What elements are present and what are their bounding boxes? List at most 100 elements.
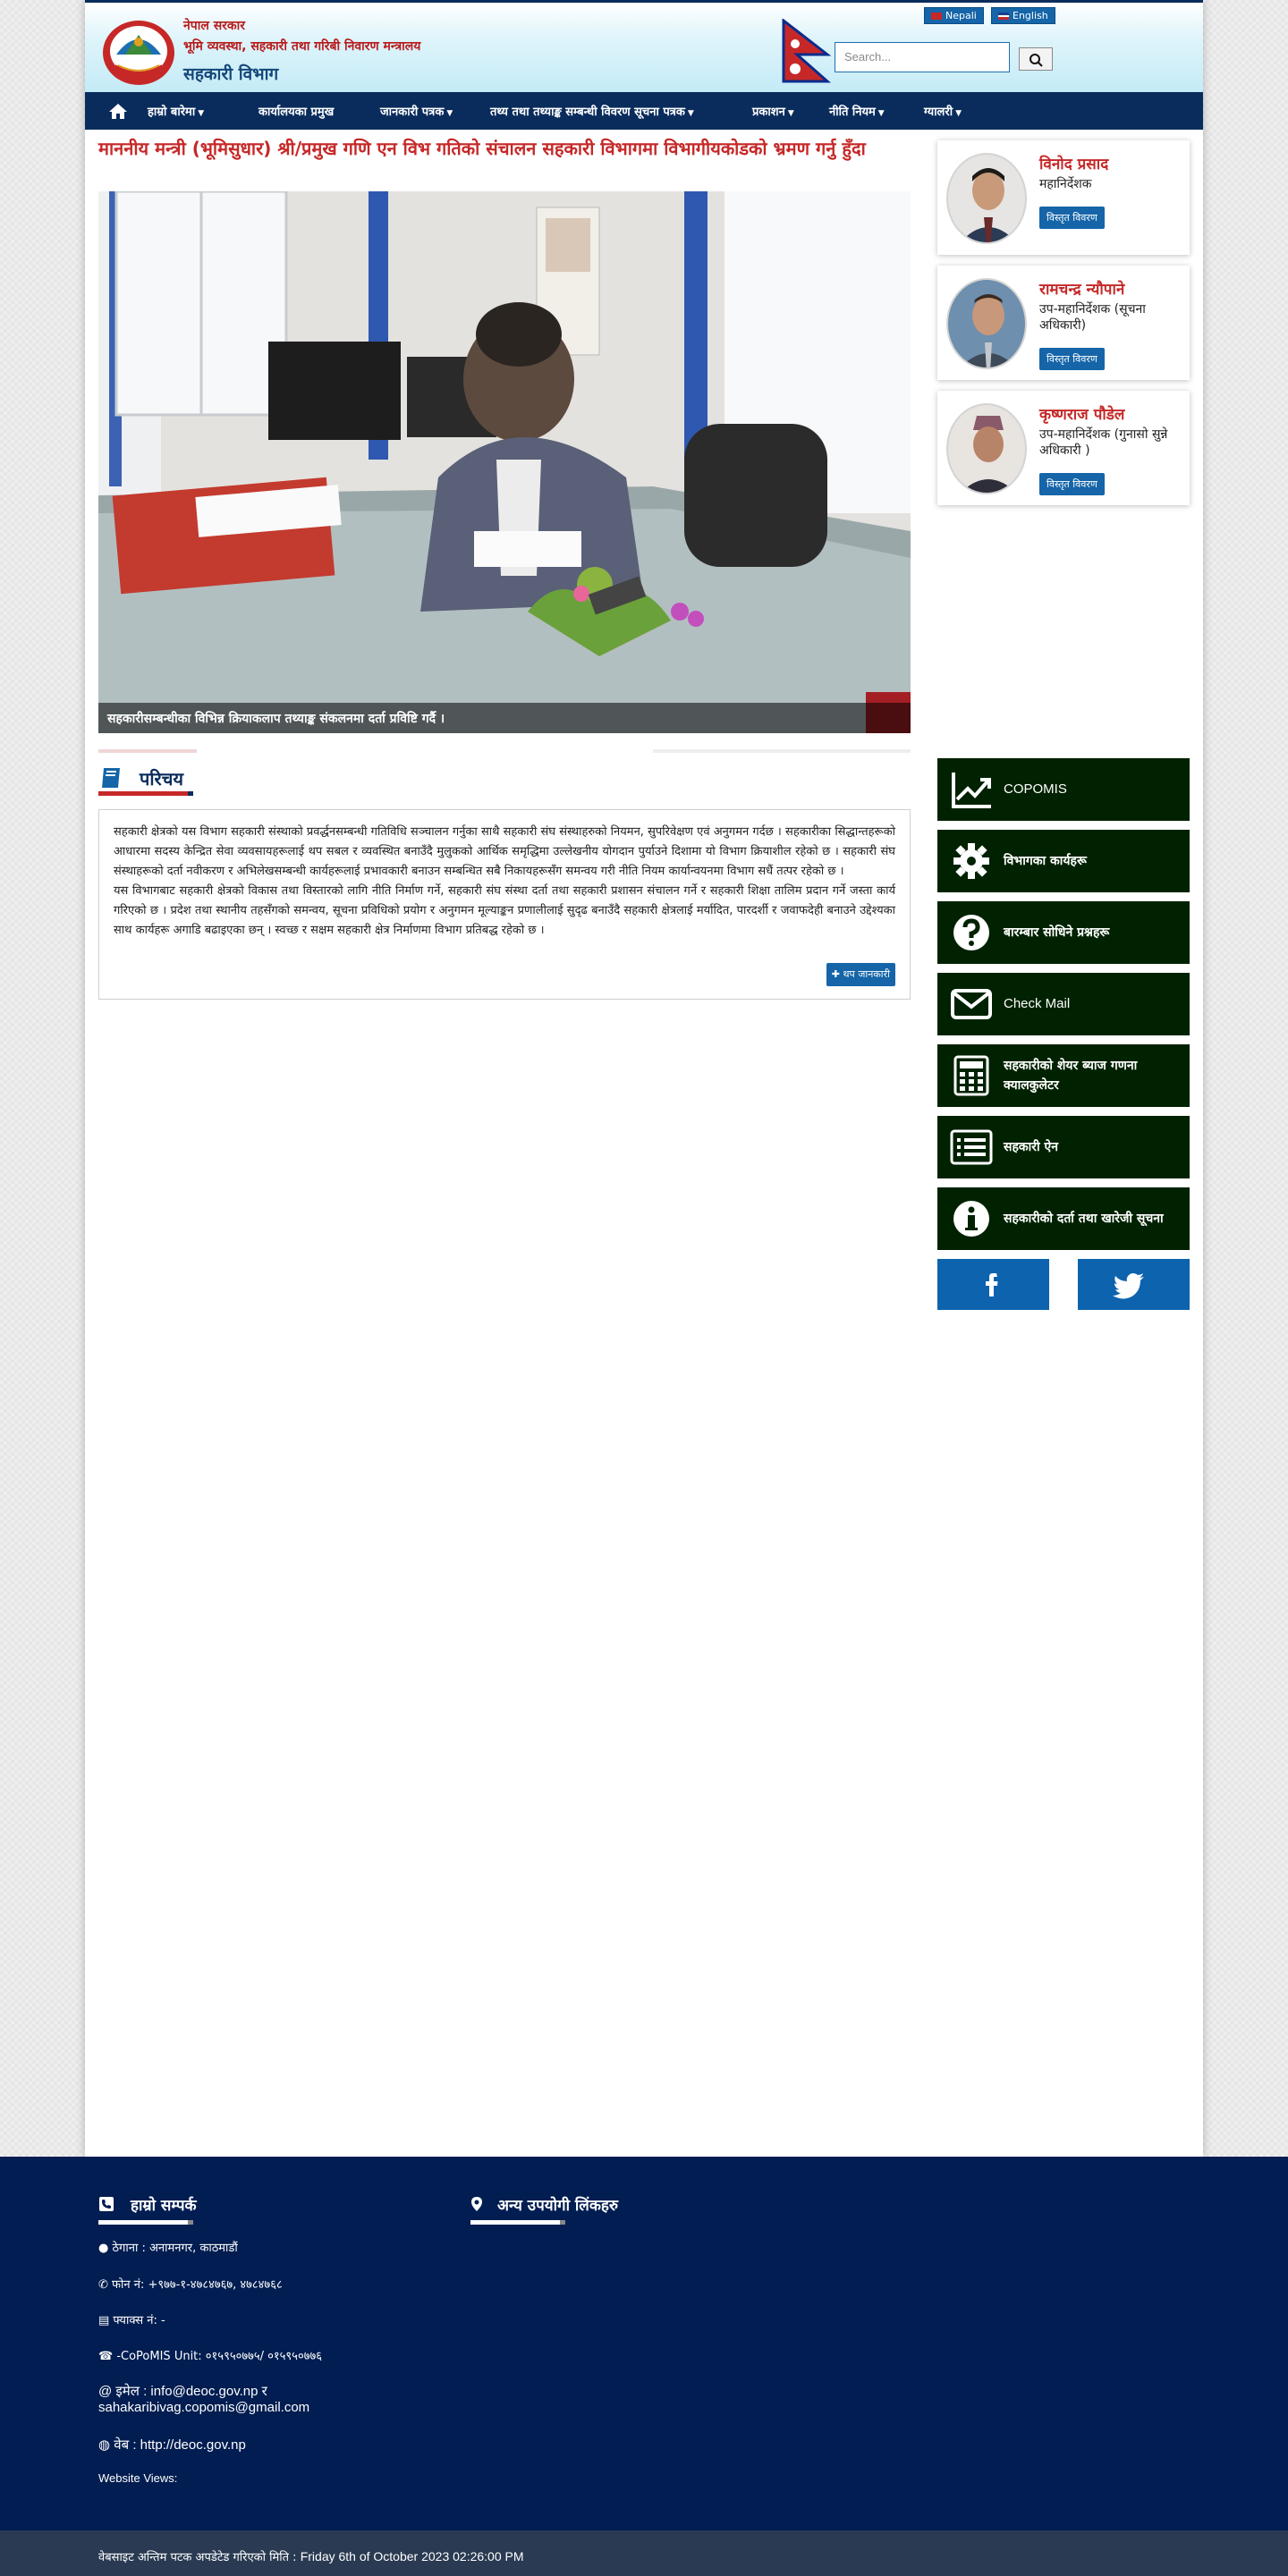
last-updated-label: वेबसाइट अन्तिम पटक अपडेटेड गरिएको मिति : [98, 2551, 297, 2564]
nav-item-policy[interactable]: नीति नियम ▼ [829, 103, 885, 119]
chart-line-icon [952, 773, 991, 808]
search-icon [1030, 54, 1043, 67]
person-photo [946, 403, 1027, 494]
nepal-emblem-logo[interactable] [98, 15, 179, 87]
person-details-button[interactable]: विस्तृत विवरण [1039, 207, 1105, 229]
nav-item-gallery[interactable]: ग्यालरी ▼ [924, 103, 962, 119]
quicklink-check-mail[interactable]: Check Mail [937, 973, 1190, 1035]
slider-indicators[interactable] [98, 749, 911, 755]
footer-website[interactable]: ◍ वेब : http://deoc.gov.np [98, 2436, 246, 2454]
intro-text: सहकारी क्षेत्रको यस विभाग सहकारी संस्थाक… [114, 825, 895, 937]
person-details-button[interactable]: विस्तृत विवरण [1039, 348, 1105, 370]
footer-underline-accent [188, 2220, 193, 2225]
footer-fax: ▤ फ्याक्स नं: - [98, 2314, 165, 2327]
footer-phone[interactable]: ✆ फोन नं: +९७७-१-४७८४७६७, ४७८४७६८ [98, 2276, 283, 2292]
footer-address: ● ठेगाना : अनामनगर, काठमाडौं [98, 2242, 238, 2255]
chevron-down-icon: ▼ [787, 109, 794, 118]
map-marker-icon: ● [98, 2242, 113, 2255]
quicklink-label: COPOMIS [1004, 781, 1067, 797]
title-underline-accent [188, 791, 193, 796]
quicklink-label: सहकारीको दर्ता तथा खारेजी सूचना [1004, 1212, 1164, 1226]
twitter-button[interactable] [1078, 1259, 1190, 1310]
footer-copomis-unit: ☎ -CoPoMIS Unit: ०१५९५०७७५/ ०१५९५०७७६ [98, 2350, 322, 2363]
book-icon [102, 768, 120, 788]
chevron-down-icon: ▼ [877, 109, 885, 118]
nav-item-statistics[interactable]: तथ्य तथा तथ्याङ्क सम्बन्धी विवरण सूचना प… [490, 103, 694, 119]
lang-english-button[interactable]: English [991, 7, 1055, 24]
quicklink-label: सहकारी ऐन [1004, 1140, 1059, 1154]
last-updated-bar: वेबसाइट अन्तिम पटक अपडेटेड गरिएको मिति :… [0, 2530, 1288, 2576]
search-button[interactable] [1019, 47, 1053, 71]
fax-icon: ▤ [98, 2314, 114, 2327]
last-updated-date: Friday 6th of October 2023 02:26:00 PM [300, 2549, 524, 2563]
nav-item-publications[interactable]: प्रकाशन ▼ [752, 103, 794, 119]
telephone-icon: ☎ [98, 2350, 117, 2363]
uk-flag-icon [998, 13, 1009, 20]
government-label: नेपाल सरकार [183, 19, 246, 33]
nav-item-about[interactable]: हाम्रो बारेमा ▼ [148, 103, 204, 119]
facebook-icon [986, 1273, 998, 1296]
site-header: नेपाल सरकार भूमि व्यवस्था, सहकारी तथा गर… [85, 3, 1203, 92]
gear-icon [953, 843, 989, 879]
person-name: कृष्णराज पौडेल [1039, 406, 1125, 424]
nepal-flag-icon [931, 13, 942, 20]
person-name: रामचन्द्र न्यौपाने [1039, 281, 1125, 299]
person-designation: महानिर्देशक [1039, 177, 1092, 191]
quicklink-registration-notice[interactable]: सहकारीको दर्ता तथा खारेजी सूचना [937, 1187, 1190, 1250]
footer-underline [98, 2220, 188, 2225]
page-container: नेपाल सरकार भूमि व्यवस्था, सहकारी तथा गर… [85, 0, 1203, 2157]
ministry-block: नेपाल सरकार भूमि व्यवस्था, सहकारी तथा गर… [183, 17, 420, 85]
hero-caption: सहकारीसम्बन्धीका विभिन्न क्रियाकलाप तथ्य… [98, 703, 911, 733]
nav-item-info-sheet[interactable]: जानकारी पत्रक ▼ [380, 103, 453, 119]
quicklink-department-functions[interactable]: विभागका कार्यहरू [937, 830, 1190, 892]
quicklink-cooperative-act[interactable]: सहकारी ऐन [937, 1116, 1190, 1178]
person-card-director-general: विनोद प्रसाद महानिर्देशक विस्तृत विवरण [937, 140, 1190, 255]
phone-icon: ✆ [98, 2278, 113, 2292]
hero-slider[interactable]: सहकारीसम्बन्धीका विभिन्न क्रियाकलाप तथ्य… [98, 191, 911, 733]
list-icon [950, 1129, 993, 1165]
chevron-down-icon: ▼ [446, 109, 453, 118]
read-more-button[interactable]: ✚ थप जानकारी [826, 963, 895, 986]
lang-english-label: English [1013, 10, 1048, 21]
footer-underline [470, 2220, 560, 2225]
chevron-down-icon: ▼ [687, 109, 694, 118]
person-photo [946, 278, 1027, 369]
person-photo [946, 153, 1027, 244]
person-name: विनोद प्रसाद [1039, 156, 1109, 173]
footer-links-title: अन्य उपयोगी लिंकहरु [497, 2197, 619, 2215]
intro-title: परिचय [140, 768, 184, 790]
footer-underline-accent [560, 2220, 565, 2225]
person-details-button[interactable]: विस्तृत विवरण [1039, 473, 1105, 495]
search-input[interactable]: Search... [835, 42, 1010, 72]
chevron-down-icon: ▼ [198, 109, 205, 118]
person-designation: उप-महानिर्देशक (गुनासो सुन्ने अधिकारी ) [1039, 427, 1168, 458]
info-icon [953, 1201, 989, 1237]
footer-contact-title: हाम्रो सम्पर्क [131, 2197, 197, 2215]
chevron-down-icon: ▼ [955, 109, 962, 118]
quicklink-faq[interactable]: बारम्बार सोधिने प्रश्नहरू [937, 901, 1190, 964]
map-marker-icon [471, 2197, 482, 2211]
quicklink-calculator[interactable]: सहकारीको शेयर ब्याज गणना क्यालकुलेटर [937, 1044, 1190, 1107]
calculator-icon [953, 1055, 989, 1096]
person-card-grievance-officer: कृष्णराज पौडेल उप-महानिर्देशक (गुनासो सु… [937, 391, 1190, 505]
hero-photo [98, 191, 911, 733]
nepal-flag-icon [782, 19, 831, 83]
quicklink-label: सहकारीको शेयर ब्याज गणना क्यालकुलेटर [1004, 1059, 1138, 1093]
title-underline [98, 791, 188, 796]
question-icon [953, 915, 989, 950]
main-nav: हाम्रो बारेमा ▼ कार्यालयका प्रमुख जानकारी… [85, 92, 1203, 130]
quicklink-label: बारम्बार सोधिने प्रश्नहरू [1004, 925, 1110, 940]
footer-website-views: Website Views: [98, 2471, 178, 2485]
ministry-label: भूमि व्यवस्था, सहकारी तथा गरिबी निवारण म… [183, 39, 421, 54]
facebook-button[interactable] [937, 1259, 1049, 1310]
lang-nepali-label: Nepali [945, 10, 977, 21]
quicklink-copomis[interactable]: COPOMIS [937, 758, 1190, 821]
home-icon[interactable] [108, 102, 128, 120]
person-designation: उप-महानिर्देशक (सूचना अधिकारी) [1039, 302, 1146, 333]
lang-nepali-button[interactable]: Nepali [924, 7, 984, 24]
footer-email[interactable]: @ इमेल : info@deoc.gov.np र [98, 2382, 267, 2400]
nav-item-office-head[interactable]: कार्यालयका प्रमुख [258, 103, 334, 119]
plus-icon: ✚ [831, 968, 843, 980]
footer-email-secondary[interactable]: sahakaribivag.copomis@gmail.com [98, 2400, 309, 2415]
news-headline[interactable]: माननीय मन्त्री (भूमिसुधार) श्री/प्रमुख ग… [98, 136, 912, 161]
